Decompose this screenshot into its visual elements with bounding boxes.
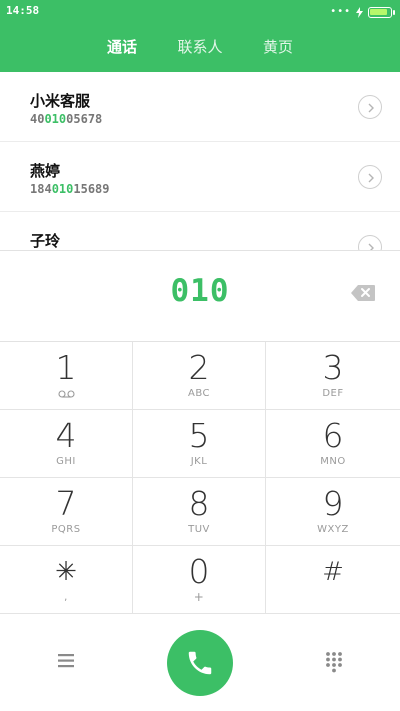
key-letters: GHI bbox=[56, 456, 76, 467]
key-letters: TUV bbox=[188, 524, 210, 535]
phone-match: 010 bbox=[44, 112, 67, 126]
key-9[interactable]: 9 WXYZ bbox=[266, 478, 400, 546]
phone-prefix: 40 bbox=[30, 112, 45, 126]
contact-name: 子玲 bbox=[30, 232, 61, 250]
key-1[interactable]: 1 bbox=[0, 342, 133, 410]
bottom-bar bbox=[0, 616, 400, 711]
key-digit: 0 bbox=[188, 552, 210, 591]
status-time: 14:58 bbox=[6, 4, 40, 17]
key-digit: # bbox=[322, 557, 344, 587]
contact-name: 小米客服 bbox=[30, 92, 91, 110]
status-indicators: ••• bbox=[330, 5, 395, 19]
tab-yellow-pages[interactable]: 黄页 bbox=[239, 36, 317, 62]
tab-contacts[interactable]: 联系人 bbox=[161, 36, 239, 62]
key-letters: ABC bbox=[187, 388, 210, 399]
dialed-number: 010 bbox=[170, 273, 230, 309]
number-display: 010 bbox=[0, 250, 400, 342]
backspace-icon[interactable] bbox=[350, 284, 376, 302]
chevron-right-icon[interactable] bbox=[358, 235, 382, 250]
contact-row[interactable]: 子玲 bbox=[0, 212, 400, 250]
charging-icon bbox=[356, 6, 363, 18]
contact-row[interactable]: 小米客服 4001005678 bbox=[0, 72, 400, 142]
key-letters: DEF bbox=[322, 388, 344, 399]
key-0[interactable]: 0 + bbox=[133, 546, 266, 614]
contact-phone: 4001005678 bbox=[30, 112, 102, 126]
battery-level bbox=[370, 8, 387, 15]
contact-row[interactable]: 燕婷 18401015689 bbox=[0, 142, 400, 212]
key-letters: PQRS bbox=[51, 524, 81, 535]
key-digit: 9 bbox=[322, 484, 344, 523]
chevron-right-icon[interactable] bbox=[358, 165, 382, 189]
key-digit: 7 bbox=[55, 484, 77, 523]
key-digit: 5 bbox=[188, 416, 210, 455]
key-digit: 6 bbox=[322, 416, 344, 455]
voicemail-icon bbox=[58, 390, 75, 398]
battery-icon bbox=[368, 6, 395, 18]
dialpad-icon[interactable] bbox=[323, 651, 345, 673]
tab-calls[interactable]: 通话 bbox=[83, 36, 161, 62]
key-digit: ✳ bbox=[55, 557, 77, 587]
dial-keypad: 1 2 ABC 3 DEF 4 GHI 5 JKL 6 MNO 7 PQRS 8… bbox=[0, 342, 400, 616]
key-letters: + bbox=[193, 590, 205, 604]
phone-prefix: 184 bbox=[30, 182, 52, 196]
contact-phone: 18401015689 bbox=[30, 182, 110, 196]
notification-dots: ••• bbox=[330, 6, 351, 17]
header: 14:58 ••• 通话 联系人 黄页 bbox=[0, 0, 400, 72]
key-7[interactable]: 7 PQRS bbox=[0, 478, 133, 546]
status-bar: 14:58 ••• bbox=[0, 0, 400, 24]
key-5[interactable]: 5 JKL bbox=[133, 410, 266, 478]
key-4[interactable]: 4 GHI bbox=[0, 410, 133, 478]
key-hash[interactable]: # bbox=[266, 546, 400, 614]
key-letters: , bbox=[64, 592, 68, 603]
phone-match: 010 bbox=[51, 182, 74, 196]
key-digit: 2 bbox=[188, 348, 210, 387]
key-letters: MNO bbox=[320, 456, 346, 467]
key-digit: 3 bbox=[322, 348, 344, 387]
contact-suggestions: 小米客服 4001005678 燕婷 18401015689 子玲 bbox=[0, 72, 400, 250]
contact-name: 燕婷 bbox=[30, 162, 61, 180]
menu-icon[interactable] bbox=[56, 652, 78, 670]
phone-suffix: 15689 bbox=[73, 182, 110, 196]
key-8[interactable]: 8 TUV bbox=[133, 478, 266, 546]
phone-icon bbox=[188, 651, 212, 675]
key-digit: 1 bbox=[55, 348, 77, 387]
key-2[interactable]: 2 ABC bbox=[133, 342, 266, 410]
phone-suffix: 05678 bbox=[66, 112, 103, 126]
call-button[interactable] bbox=[167, 630, 233, 696]
key-letters: WXYZ bbox=[317, 524, 349, 535]
key-digit: 4 bbox=[55, 416, 77, 455]
tab-bar: 通话 联系人 黄页 bbox=[0, 36, 400, 62]
key-digit: 8 bbox=[188, 484, 210, 523]
chevron-right-icon[interactable] bbox=[358, 95, 382, 119]
key-3[interactable]: 3 DEF bbox=[266, 342, 400, 410]
key-star[interactable]: ✳ , bbox=[0, 546, 133, 614]
key-letters: JKL bbox=[190, 456, 208, 467]
key-6[interactable]: 6 MNO bbox=[266, 410, 400, 478]
